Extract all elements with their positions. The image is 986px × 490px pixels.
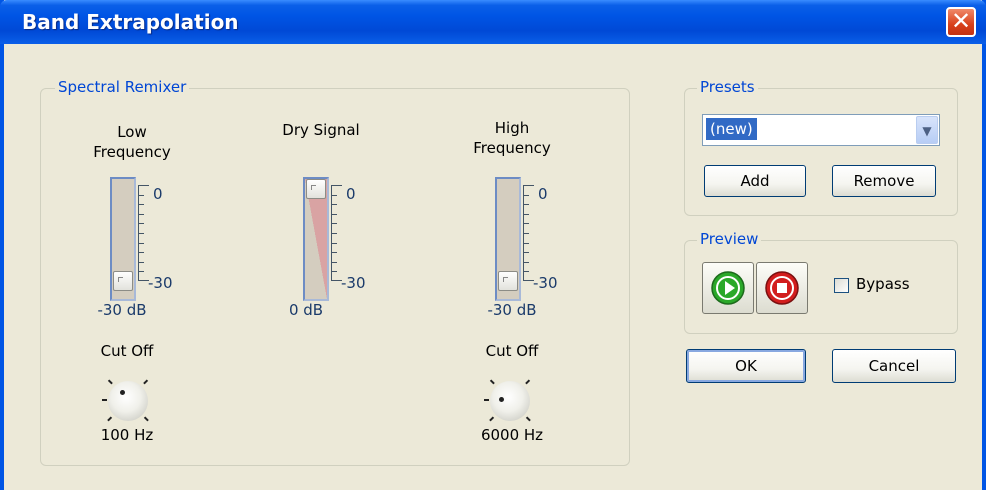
bypass-label[interactable]: Bypass [856,275,910,293]
high-frequency-label-line2: Frequency [473,139,551,157]
window-title: Band Extrapolation [22,10,239,34]
remove-preset-button[interactable]: Remove [832,165,936,197]
title-bar[interactable]: Band Extrapolation ✕ [0,0,986,44]
high-frequency-slider-thumb[interactable] [498,271,518,291]
high-cutoff-label: Cut Off [485,342,539,360]
dry-signal-label: Dry Signal [282,121,360,139]
group-legend-preview: Preview [697,230,762,248]
low-frequency-scale-bottom: -30 [148,274,173,292]
low-frequency-scale-top: 0 [153,185,163,203]
play-icon [711,271,745,305]
low-frequency-label-line2: Frequency [93,143,171,161]
dry-signal-slider[interactable] [303,177,329,301]
group-legend-presets: Presets [697,78,758,96]
low-frequency-value: -30 dB [97,301,147,319]
presets-selected-value: (new) [706,118,757,140]
chevron-down-icon[interactable]: ▼ [916,116,938,144]
low-frequency-label-line1: Low [117,123,147,141]
high-frequency-scale [523,185,538,281]
high-frequency-label-line1: High [494,119,530,137]
ok-button[interactable]: OK [686,349,806,383]
add-preset-button[interactable]: Add [704,165,806,197]
low-frequency-scale [138,185,153,281]
high-frequency-label: High Frequency [462,118,562,158]
dry-signal-value: 0 dB [288,301,324,319]
low-cutoff-value: 100 Hz [100,426,154,444]
stop-icon [765,271,799,305]
dialog-window: Band Extrapolation ✕ Spectral Remixer Lo… [0,0,986,490]
low-frequency-label: Low Frequency [82,122,182,162]
high-frequency-slider[interactable] [495,177,521,301]
high-frequency-value: -30 dB [487,301,537,319]
cancel-button[interactable]: Cancel [832,349,956,383]
high-frequency-scale-top: 0 [538,185,548,203]
close-icon: ✕ [950,7,972,35]
dry-signal-scale-top: 0 [346,185,356,203]
stop-button[interactable] [756,262,808,314]
presets-dropdown[interactable]: (new) ▼ [702,114,940,146]
bypass-checkbox[interactable] [834,278,849,293]
high-cutoff-value: 6000 Hz [480,426,544,444]
low-frequency-slider[interactable] [110,177,136,301]
high-frequency-scale-bottom: -30 [533,274,558,292]
play-button[interactable] [702,262,754,314]
close-button[interactable]: ✕ [946,7,976,37]
low-cutoff-knob[interactable] [102,375,154,427]
dry-signal-scale-bottom: -30 [341,274,366,292]
low-frequency-slider-thumb[interactable] [113,271,133,291]
low-cutoff-label: Cut Off [100,342,154,360]
dry-signal-slider-thumb[interactable] [306,179,326,199]
group-legend-spectral-remixer: Spectral Remixer [55,78,190,96]
dry-signal-scale [331,185,346,281]
high-cutoff-knob[interactable] [484,375,536,427]
